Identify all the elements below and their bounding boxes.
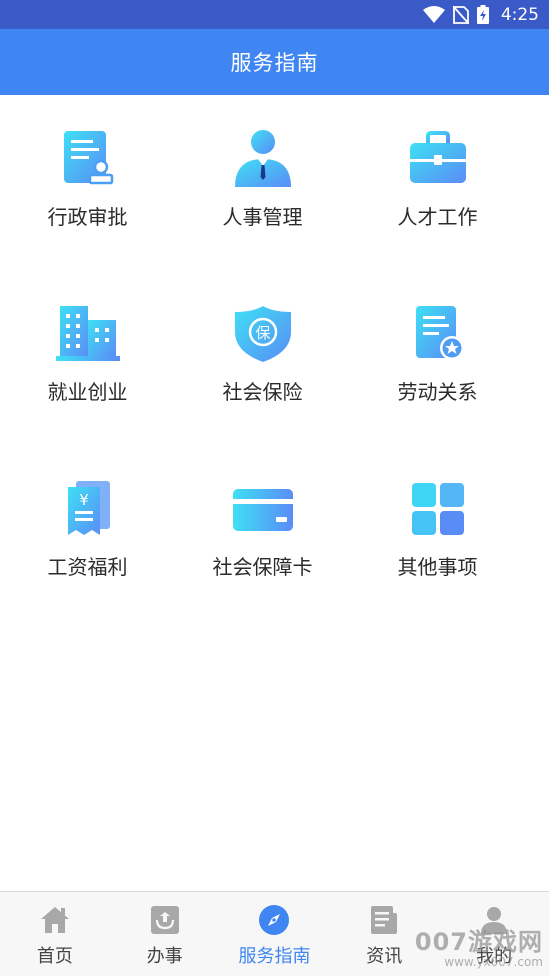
tab-label: 办事 [146,946,183,967]
grid-item-label: 人事管理 [222,205,303,229]
grid-item-talent[interactable]: 人才工作 [350,127,525,247]
person-tie-icon [231,127,295,191]
grid-item-label: 人才工作 [397,205,478,229]
grid-squares-icon [406,477,470,541]
tab-mine[interactable]: 我的 [439,892,549,976]
grid-item-admin-approval[interactable]: 行政审批 [0,127,175,247]
tab-affairs[interactable]: 办事 [110,892,220,976]
certificate-icon [406,302,470,366]
salary-receipt-icon: ¥ [56,477,120,541]
grid-item-label: 社会保障卡 [212,555,313,579]
grid-item-labor-relations[interactable]: 劳动关系 [350,302,525,422]
briefcase-icon [406,127,470,191]
compass-icon [258,904,290,936]
tab-label: 首页 [36,946,73,967]
grid-item-salary-welfare[interactable]: ¥ 工资福利 [0,477,175,597]
tab-service-guide[interactable]: 服务指南 [220,892,330,976]
tab-home[interactable]: 首页 [0,892,110,976]
tab-label: 服务指南 [238,946,311,967]
user-icon [478,904,510,936]
buildings-icon [55,302,120,366]
no-sim-icon [452,5,469,24]
news-icon [368,904,400,936]
wifi-icon [422,5,445,24]
svg-text:保: 保 [255,324,270,342]
grid-item-label: 社会保险 [222,380,303,404]
status-bar: 4:25 [0,0,549,29]
grid-item-label: 工资福利 [47,555,128,579]
grid-item-social-insurance[interactable]: 保 社会保险 [175,302,350,422]
tab-label: 资讯 [366,946,403,967]
grid-item-label: 就业创业 [47,380,128,404]
battery-icon [476,5,489,24]
app-bar: 服务指南 [0,29,549,95]
grid-item-label: 行政审批 [47,205,128,229]
grid-item-social-security-card[interactable]: 社会保障卡 [175,477,350,597]
tab-label: 我的 [476,946,513,967]
handle-affairs-icon [149,904,181,936]
card-icon [231,477,295,541]
grid-item-other[interactable]: 其他事项 [350,477,525,597]
svg-text:¥: ¥ [79,491,89,509]
grid-item-label: 其他事项 [397,555,478,579]
page-title: 服务指南 [230,51,319,75]
home-icon [39,904,71,936]
tab-news[interactable]: 资讯 [329,892,439,976]
insurance-shield-icon: 保 [231,302,295,366]
document-stamp-icon [56,127,120,191]
grid-item-employment[interactable]: 就业创业 [0,302,175,422]
grid-item-personnel[interactable]: 人事管理 [175,127,350,247]
clock: 4:25 [500,4,539,25]
bottom-tab-bar: 首页 办事 服务指南 资讯 我的 [0,891,549,976]
grid-item-label: 劳动关系 [397,380,478,404]
